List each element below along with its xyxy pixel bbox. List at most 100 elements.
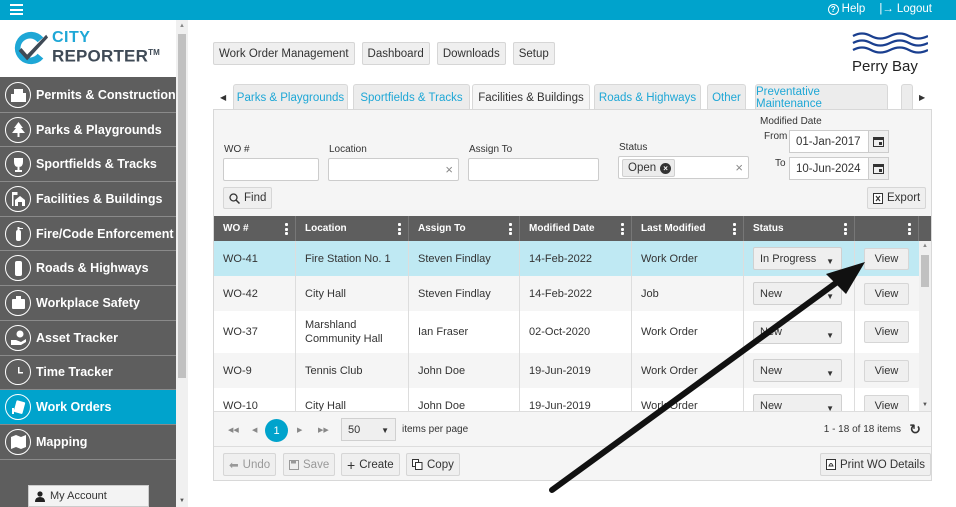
view-button[interactable]: View [864,359,909,382]
wo-number-input[interactable] [223,158,319,181]
column-menu-icon[interactable] [908,223,911,237]
scrollbar-thumb[interactable] [178,34,186,378]
sidebar-item-work-orders[interactable]: Work Orders [0,390,176,425]
save-button[interactable]: Save [283,453,336,476]
remove-chip-icon[interactable]: × [660,162,672,174]
column-header[interactable]: Last Modified [632,216,744,241]
last-page-icon[interactable]: ▶▶ [318,426,329,434]
print-wo-details-button[interactable]: Print WO Details [820,453,931,476]
scroll-down-icon[interactable]: ▼ [922,402,928,408]
tab-scroll-right-icon[interactable]: ▶ [919,93,925,102]
nav-button-dashboard[interactable]: Dashboard [361,42,430,65]
sidebar-item-parks-playgrounds[interactable]: Parks & Playgrounds [0,113,176,148]
items-per-page-label: items per page [402,424,469,435]
view-button[interactable]: View [864,321,909,343]
scroll-up-icon[interactable]: ▲ [922,243,928,249]
nav-button-work-order-management[interactable]: Work Order Management [213,42,355,65]
view-button[interactable]: View [864,247,909,270]
tab-preventative-maintenance[interactable]: Preventative Maintenance [755,84,888,110]
column-menu-icon[interactable] [285,223,288,237]
tab-scroll-left-icon[interactable]: ◀ [220,93,226,102]
create-button[interactable]: + Create [341,453,400,476]
page-size-select[interactable]: 50 ▼ [341,418,396,441]
pager: ◀◀ ◀ 1 ▶ ▶▶ 50 ▼ items per page 1 - 18 o… [214,411,931,446]
user-icon [35,490,45,502]
sidebar-item-asset-tracker[interactable]: Asset Tracker [0,321,176,356]
nav-button-setup[interactable]: Setup [512,42,555,65]
tab-other[interactable]: Other [707,84,746,110]
tab-sportfields-tracks[interactable]: Sportfields & Tracks [353,84,470,110]
column-menu-icon[interactable] [844,223,847,237]
tab-roads-highways[interactable]: Roads & Highways [594,84,701,110]
sidebar-item-permits-construction[interactable]: Permits & Construction [0,78,176,113]
column-menu-icon[interactable] [509,223,512,237]
logout-link[interactable]: |→ Logout [879,3,932,15]
grid-scrollbar[interactable]: ▲ ▼ [919,241,931,411]
scroll-up-icon[interactable]: ▲ [179,23,185,29]
table-row[interactable]: WO-42 City Hall Steven Findlay 14-Feb-2022 J… [214,276,919,311]
sidebar-item-mapping[interactable]: Mapping [0,425,176,460]
table-row[interactable]: WO-37 Marshland Community Hall Ian Fraser 0… [214,311,919,353]
prev-page-icon[interactable]: ◀ [252,426,257,434]
column-header[interactable]: Modified Date [520,216,632,241]
column-menu-icon[interactable] [398,223,401,237]
sidebar-item-roads-highways[interactable]: Roads & Highways [0,251,176,287]
column-menu-icon[interactable] [621,223,624,237]
clear-status-icon[interactable]: × [735,160,743,175]
cell-status: New ▼ [744,388,855,411]
sidebar-item-fire-code-enforcement[interactable]: Fire/Code Enforcement [0,217,176,252]
status-dropdown[interactable]: New ▼ [753,359,842,382]
column-header[interactable] [855,216,919,241]
column-header[interactable]: WO # [214,216,296,241]
sidebar-scrollbar[interactable]: ▲ ▼ [176,20,188,507]
nav-button-downloads[interactable]: Downloads [436,42,506,65]
from-date-input[interactable]: 01-Jan-2017 [789,130,869,153]
from-calendar-button[interactable] [868,130,889,153]
dropdown-caret-icon: ▼ [826,257,834,266]
table-row[interactable]: WO-41 Fire Station No. 1 Steven Findlay 14-… [214,241,919,276]
assign-to-input[interactable] [468,158,599,181]
tab-facilities-buildings[interactable]: Facilities & Buildings [472,84,590,111]
copy-button[interactable]: Copy [406,453,460,476]
next-page-icon[interactable]: ▶ [297,426,302,434]
sidebar-item-label: Parks & Playgrounds [36,122,162,137]
status-dropdown[interactable]: New ▼ [753,282,842,305]
pager-info: 1 - 18 of 18 items [823,424,901,435]
status-multiselect[interactable]: Open × × [618,156,749,179]
status-dropdown[interactable]: In Progress ▼ [753,247,842,270]
find-button[interactable]: Find [223,187,273,209]
column-menu-icon[interactable] [733,223,736,237]
help-link[interactable]: ? Help [827,3,865,15]
sidebar-item-workplace-safety[interactable]: Workplace Safety [0,286,176,321]
column-header[interactable]: Assign To [409,216,520,241]
to-calendar-button[interactable] [868,157,889,180]
location-input[interactable]: × [328,158,459,181]
menu-icon[interactable] [10,4,23,15]
status-chip-label: Open [628,162,657,174]
scroll-down-icon[interactable]: ▼ [179,498,185,504]
sidebar-item-facilities-buildings[interactable]: Facilities & Buildings [0,182,176,217]
grid-scrollbar-thumb[interactable] [921,255,929,287]
wo-label: WO # [224,144,250,155]
column-header[interactable]: Location [296,216,409,241]
sidebar-item-sportfields-tracks[interactable]: Sportfields & Tracks [0,147,176,183]
tab-overflow[interactable] [901,84,913,110]
refresh-icon[interactable]: ↻ [909,421,921,438]
my-account-button[interactable]: My Account [28,485,149,507]
undo-button[interactable]: ⬅ Undo [223,453,277,476]
table-row[interactable]: WO-10 City Hall John Doe 19-Jun-2019 Work Or… [214,388,919,411]
first-page-icon[interactable]: ◀◀ [228,426,239,434]
current-page-button[interactable]: 1 [265,419,288,442]
cell-status: New ▼ [744,276,855,311]
export-button[interactable]: Export [867,187,927,209]
view-button[interactable]: View [864,394,909,411]
status-dropdown[interactable]: New ▼ [753,320,842,344]
status-dropdown[interactable]: New ▼ [753,394,842,411]
to-date-input[interactable]: 10-Jun-2024 [789,157,869,180]
table-row[interactable]: WO-9 Tennis Club John Doe 19-Jun-2019 Work O… [214,353,919,388]
view-button[interactable]: View [864,282,909,305]
clear-location-icon[interactable]: × [445,162,453,177]
sidebar-item-time-tracker[interactable]: Time Tracker [0,356,176,391]
tab-parks-playgrounds[interactable]: Parks & Playgrounds [233,84,348,110]
column-header[interactable]: Status [744,216,855,241]
